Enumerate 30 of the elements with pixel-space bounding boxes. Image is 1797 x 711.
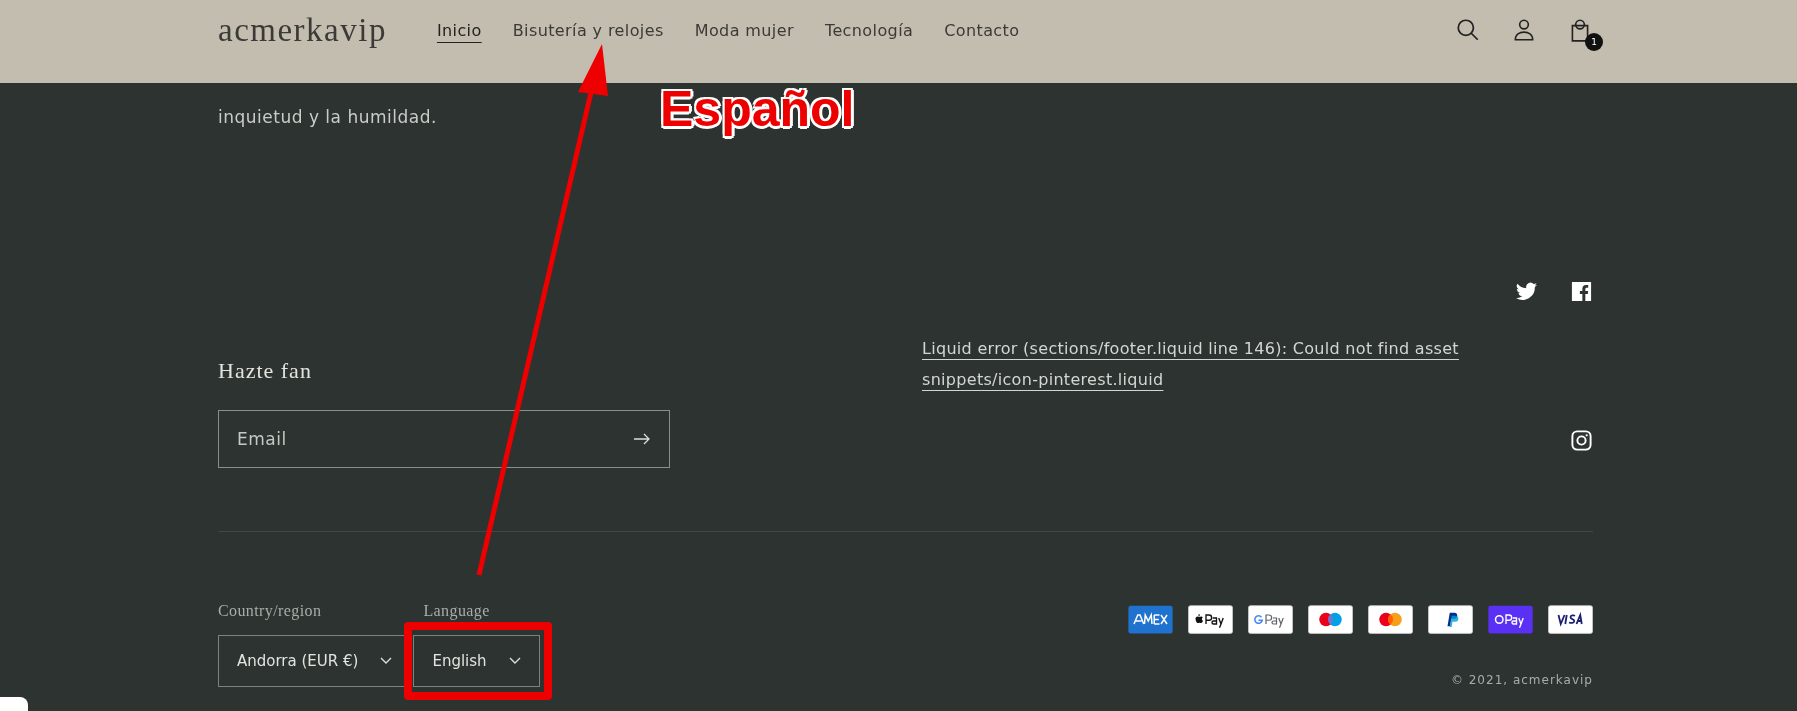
instagram-icon[interactable] xyxy=(1570,429,1593,452)
nav-link[interactable]: Inicio xyxy=(436,16,482,44)
mastercard-payment-icon xyxy=(1368,605,1413,634)
email-field[interactable]: Email xyxy=(218,410,670,468)
nav-link[interactable]: Moda mujer xyxy=(694,16,794,44)
twitter-icon[interactable] xyxy=(1515,280,1538,303)
select-label: Country/region xyxy=(218,602,323,620)
liquid-error-link[interactable]: Liquid error (sections/footer.liquid line 146): Could not find asset snippets/icon-pinterest.liquid xyxy=(922,333,1482,395)
applepay-payment-icon xyxy=(1188,605,1233,634)
shoppay-payment-icon xyxy=(1488,605,1533,634)
facebook-icon[interactable] xyxy=(1570,280,1593,303)
nav-link[interactable]: Tecnología xyxy=(824,16,914,44)
select-label: Language xyxy=(423,602,491,620)
store-logo[interactable]: acmerkavip xyxy=(218,11,387,49)
annotation-label: Español xyxy=(660,80,855,138)
newsletter-heading: Hazte fan xyxy=(218,358,313,384)
copyright-text: © 2021, acmerkavip xyxy=(1450,673,1593,687)
cart-count-badge: 1 xyxy=(1585,33,1603,51)
visa-payment-icon xyxy=(1548,605,1593,634)
maestro-payment-icon xyxy=(1308,605,1353,634)
search-icon[interactable] xyxy=(1455,17,1481,43)
gpay-payment-icon xyxy=(1248,605,1293,634)
nav-link[interactable]: Bisutería y relojes xyxy=(512,16,664,44)
nav-link[interactable]: Contacto xyxy=(944,16,1020,44)
paypal-payment-icon xyxy=(1428,605,1473,634)
chevron-down-icon xyxy=(380,657,393,665)
amex-payment-icon xyxy=(1128,605,1173,634)
chevron-down-icon xyxy=(508,657,521,665)
dropdown[interactable]: English xyxy=(413,635,540,687)
about-paragraph: inquietud y la humildad. xyxy=(218,106,437,129)
